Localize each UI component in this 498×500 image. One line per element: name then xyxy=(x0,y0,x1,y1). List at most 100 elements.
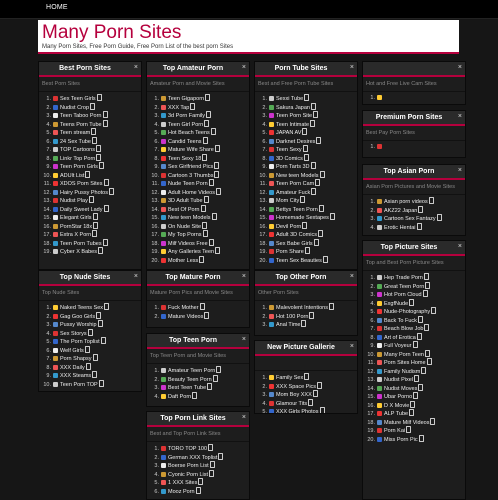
site-link[interactable]: Hep Trade Porn xyxy=(384,275,423,281)
list-item[interactable]: 2. Beauty Teen Porn xyxy=(147,374,249,384)
site-link[interactable]: Asian porn videos xyxy=(384,199,428,205)
list-item[interactable]: 4. Teens Porn Tube xyxy=(39,119,141,129)
list-item[interactable]: 6. Welf Girls xyxy=(39,345,141,355)
list-item[interactable]: 12. Family Nudism xyxy=(363,366,465,376)
list-item[interactable]: 12. Amateur Fuck xyxy=(255,187,357,197)
list-item[interactable]: 14. Nudist Moves xyxy=(363,383,465,393)
list-item[interactable]: 1. TORO TOP 100 xyxy=(147,444,249,453)
list-item[interactable]: 1. Fuck Mother xyxy=(147,303,249,312)
site-link[interactable]: Best Of Porn xyxy=(168,207,200,213)
list-item[interactable]: 3. Teen Porn Site xyxy=(255,111,357,120)
site-link[interactable]: Teen Sexy 18 xyxy=(168,156,201,162)
site-link[interactable]: 24 Sex Tube xyxy=(60,139,91,145)
list-item[interactable]: 19. Cyber X Babes xyxy=(39,247,141,256)
site-link[interactable]: Mother Less xyxy=(168,258,198,264)
site-link[interactable]: Nude-Photography xyxy=(384,309,430,315)
list-item[interactable]: 5. XXX Girls Photos xyxy=(255,407,357,413)
list-item[interactable]: 5. Nude-Photography xyxy=(363,307,465,316)
list-item[interactable]: 5. The Porn Toplist xyxy=(39,337,141,346)
site-link[interactable]: 3D Adult Tube xyxy=(168,198,203,204)
site-link[interactable]: Porn Share xyxy=(276,249,304,255)
site-link[interactable]: XXX Tap xyxy=(168,105,189,111)
close-icon[interactable]: × xyxy=(242,336,246,343)
site-link[interactable]: Fuck Mother xyxy=(168,305,199,311)
list-item[interactable]: 4. Cyonic Porn List xyxy=(147,469,249,479)
list-item[interactable]: 12. Hairy Pussy Photos xyxy=(39,187,141,197)
site-link[interactable]: Porn Tarts 3D xyxy=(276,164,310,170)
list-item[interactable]: 5. Hot Beach Teens xyxy=(147,128,249,137)
site-link[interactable]: New teen Models xyxy=(276,173,319,179)
list-item[interactable]: 2. Mature Videos xyxy=(147,311,249,321)
list-item[interactable]: 8. XXX Daily xyxy=(39,362,141,372)
list-item[interactable]: 3. Cartoon Sex Fantazy xyxy=(363,214,465,223)
list-item[interactable]: 7. TOP Cartoons xyxy=(39,145,141,154)
list-item[interactable]: 16. Devil Porn xyxy=(255,221,357,231)
site-link[interactable]: On Nude Site xyxy=(168,224,201,230)
list-item[interactable]: 4. Teen Girl Porn xyxy=(147,119,249,129)
site-link[interactable]: Teen Porn Site xyxy=(276,113,312,119)
site-link[interactable]: Hot 100 Porn xyxy=(276,314,308,320)
list-item[interactable]: 17. Adult 3D Comics xyxy=(255,230,357,239)
site-link[interactable]: Teen Sex Beauties xyxy=(276,258,322,264)
list-item[interactable]: 8. Art of Erotica xyxy=(363,332,465,342)
list-item[interactable]: 10. New teen Models xyxy=(255,170,357,180)
close-icon[interactable]: × xyxy=(350,343,354,350)
site-title[interactable]: Many Porn Sites xyxy=(42,22,181,44)
list-item[interactable]: 20. Teen Sex Beauties xyxy=(255,255,357,265)
close-icon[interactable]: × xyxy=(134,273,138,280)
site-link[interactable]: Teen Sexy xyxy=(276,147,302,153)
list-item[interactable]: 16. On Nude Site xyxy=(147,221,249,231)
list-item[interactable]: 19. Any Galleries Teen xyxy=(147,247,249,256)
list-item[interactable]: 11. XDOS Porn Sites xyxy=(39,179,141,188)
site-link[interactable]: Teen Porn Girls xyxy=(60,164,98,170)
site-link[interactable]: Back To Fuck xyxy=(384,318,417,324)
site-link[interactable]: Glamour Tits xyxy=(276,401,307,407)
list-item[interactable]: 6. Candid Teens xyxy=(147,136,249,146)
list-item[interactable]: 1. Naked Teens Sex xyxy=(39,303,141,312)
site-link[interactable]: Adult Home Videos xyxy=(168,190,215,196)
site-link[interactable]: XXX Space Pics xyxy=(276,384,316,390)
list-item[interactable]: 3. Pussy Worship xyxy=(39,320,141,329)
site-link[interactable]: Great Teen Porn xyxy=(384,284,424,290)
site-link[interactable]: TORO TOP 100 xyxy=(168,446,207,452)
site-link[interactable]: Bettys Teen Porn xyxy=(276,207,318,213)
list-item[interactable]: 4. Glamour Tits xyxy=(255,398,357,408)
list-item[interactable]: 2. Nudist Crop xyxy=(39,102,141,112)
list-item[interactable]: 12. Adult Home Videos xyxy=(147,187,249,197)
close-icon[interactable]: × xyxy=(242,414,246,421)
site-link[interactable]: Beach Blow Job xyxy=(384,326,423,332)
site-link[interactable]: Homemade Sextapes xyxy=(276,215,329,221)
site-link[interactable]: Porn Shapsy xyxy=(60,356,92,362)
site-link[interactable]: Sex Babe Girls xyxy=(276,241,313,247)
list-item[interactable]: 1. Hep Trade Porn xyxy=(363,273,465,282)
list-item[interactable]: 8. Linkr Top Porn xyxy=(39,153,141,163)
list-item[interactable]: 17. My Top Porns xyxy=(147,230,249,239)
list-item[interactable]: 1. Family Sex xyxy=(255,373,357,382)
list-item[interactable]: 3. Best Teen Tube xyxy=(147,383,249,392)
list-item[interactable]: 9. Sex Girlfriend Pics xyxy=(147,162,249,171)
site-link[interactable]: Hairy Pussy Photos xyxy=(60,190,108,196)
list-item[interactable]: 1. Malevolent Intentions xyxy=(255,303,357,312)
site-link[interactable]: Erotic Hentai xyxy=(384,225,416,231)
list-item[interactable]: 13. Nudist Play xyxy=(39,196,141,205)
list-item[interactable]: 18. Milf Videos Free xyxy=(147,238,249,248)
site-link[interactable]: Extra X Porn xyxy=(60,232,91,238)
site-link[interactable]: 3D Comics xyxy=(276,156,303,162)
site-link[interactable]: Teens Porn Tube xyxy=(60,122,102,128)
close-icon[interactable]: × xyxy=(458,64,462,71)
site-link[interactable]: Teen Gigaporn xyxy=(168,96,204,102)
site-link[interactable]: Daily Sweet Lady xyxy=(60,207,103,213)
site-link[interactable]: ADUlt List xyxy=(60,173,84,179)
site-link[interactable]: Family Nudism xyxy=(384,369,420,375)
list-item[interactable]: 13. 3D Adult Tube xyxy=(147,196,249,205)
site-link[interactable]: Ubar Porno xyxy=(384,394,412,400)
site-link[interactable]: Teen Porn TOP xyxy=(60,382,98,388)
list-item[interactable]: 9. Teen Porn Girls xyxy=(39,162,141,171)
list-item[interactable]: 15. Homemade Sextapes xyxy=(255,213,357,222)
list-item[interactable]: 10. ADUlt List xyxy=(39,170,141,180)
list-item[interactable]: 2. Hot 100 Porn xyxy=(255,311,357,321)
list-item[interactable]: 3. 3d Porn Family xyxy=(147,111,249,120)
site-link[interactable]: Porn Sites Home xyxy=(384,360,426,366)
site-link[interactable]: Teen Porn Tubes xyxy=(60,241,102,247)
site-link[interactable]: JAPAN AV xyxy=(276,130,301,136)
